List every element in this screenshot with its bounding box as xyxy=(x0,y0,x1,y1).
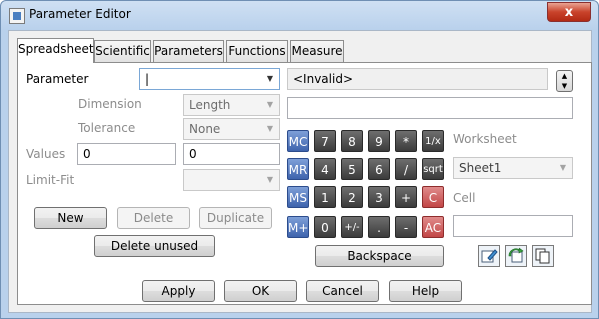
key-1[interactable]: 1 xyxy=(314,186,336,208)
expression-spinner[interactable]: ▲ ▼ xyxy=(556,70,573,92)
cell-input[interactable] xyxy=(453,215,573,237)
limitfit-label: Limit-Fit xyxy=(26,173,75,187)
delete-unused-button[interactable]: Delete unused xyxy=(94,235,215,257)
new-button[interactable]: New xyxy=(34,207,107,229)
key-4[interactable]: 4 xyxy=(314,158,336,180)
worksheet-label: Worksheet xyxy=(453,132,517,146)
chevron-down-icon[interactable]: ▼ xyxy=(263,97,277,113)
limitfit-combobox[interactable]: ▼ xyxy=(183,169,280,191)
dimension-combobox[interactable]: Length ▼ xyxy=(183,94,280,116)
chevron-down-icon[interactable]: ▼ xyxy=(556,160,570,176)
key-sqrt[interactable]: sqrt xyxy=(422,158,444,180)
key-2[interactable]: 2 xyxy=(341,186,363,208)
dimension-label: Dimension xyxy=(78,97,142,111)
chevron-down-icon[interactable]: ▼ xyxy=(263,172,277,188)
tolerance-combobox[interactable]: None ▼ xyxy=(183,118,280,140)
tolerance-value: None xyxy=(189,122,221,136)
parameter-label: Parameter xyxy=(26,72,89,86)
delete-button[interactable]: Delete xyxy=(117,207,190,229)
tab-functions[interactable]: Functions xyxy=(226,40,288,62)
value1-input[interactable]: 0 xyxy=(77,143,176,165)
cancel-button[interactable]: Cancel xyxy=(306,280,379,302)
apply-button[interactable]: Apply xyxy=(142,280,215,302)
key-0[interactable]: 0 xyxy=(314,216,336,238)
key-plus[interactable]: + xyxy=(395,186,417,208)
key-8[interactable]: 8 xyxy=(341,130,363,152)
spin-up-icon[interactable]: ▲ xyxy=(557,71,572,81)
key-7[interactable]: 7 xyxy=(314,130,336,152)
ok-button[interactable]: OK xyxy=(224,280,297,302)
edit-cell-button[interactable] xyxy=(478,245,500,267)
copy-icon xyxy=(535,248,550,264)
key-multiply[interactable]: * xyxy=(395,130,417,152)
value2-input[interactable]: 0 xyxy=(183,143,280,165)
tab-scientific[interactable]: Scientific xyxy=(94,40,151,62)
backspace-button[interactable]: Backspace xyxy=(315,245,444,267)
copy-button[interactable] xyxy=(532,245,554,267)
window-title: Parameter Editor xyxy=(29,7,131,21)
key-reciprocal[interactable]: 1/x xyxy=(422,130,444,152)
chevron-down-icon[interactable]: ▼ xyxy=(263,71,277,87)
parameter-value: | xyxy=(145,72,150,86)
key-3[interactable]: 3 xyxy=(368,186,390,208)
key-negate[interactable]: +/- xyxy=(341,216,363,238)
tab-spreadsheet[interactable]: Spreadsheet xyxy=(17,38,94,63)
tab-measure[interactable]: Measure xyxy=(290,40,344,62)
key-5[interactable]: 5 xyxy=(341,158,363,180)
key-clear[interactable]: C xyxy=(422,186,444,208)
cell-label: Cell xyxy=(453,191,476,205)
parameter-combobox[interactable]: | ▼ xyxy=(139,68,280,90)
refresh-button[interactable] xyxy=(505,245,527,267)
key-ms[interactable]: MS xyxy=(287,186,309,208)
worksheet-value: Sheet1 xyxy=(459,161,502,175)
key-9[interactable]: 9 xyxy=(368,130,390,152)
key-mr[interactable]: MR xyxy=(287,158,309,180)
dimension-value: Length xyxy=(189,98,231,112)
refresh-icon xyxy=(508,247,524,263)
key-minus[interactable]: - xyxy=(395,216,417,238)
app-icon xyxy=(9,8,25,24)
expression-input[interactable] xyxy=(287,97,573,119)
expression-status: <Invalid> xyxy=(287,68,548,90)
chevron-down-icon[interactable]: ▼ xyxy=(263,121,277,137)
key-decimal[interactable]: . xyxy=(368,216,390,238)
duplicate-button[interactable]: Duplicate xyxy=(199,207,272,229)
edit-cell-icon xyxy=(481,249,498,263)
tolerance-label: Tolerance xyxy=(78,121,136,135)
worksheet-combobox[interactable]: Sheet1 ▼ xyxy=(453,157,573,179)
spin-down-icon[interactable]: ▼ xyxy=(557,81,572,91)
close-button[interactable]: x xyxy=(547,2,591,22)
title-bar[interactable]: Parameter Editor x xyxy=(1,1,598,30)
key-6[interactable]: 6 xyxy=(368,158,390,180)
values-label: Values xyxy=(26,147,66,161)
key-divide[interactable]: / xyxy=(395,158,417,180)
help-button[interactable]: Help xyxy=(389,280,462,302)
key-mc[interactable]: MC xyxy=(287,130,309,152)
tab-parameters[interactable]: Parameters xyxy=(153,40,224,62)
key-mplus[interactable]: M+ xyxy=(287,216,309,238)
key-all-clear[interactable]: AC xyxy=(422,216,444,238)
